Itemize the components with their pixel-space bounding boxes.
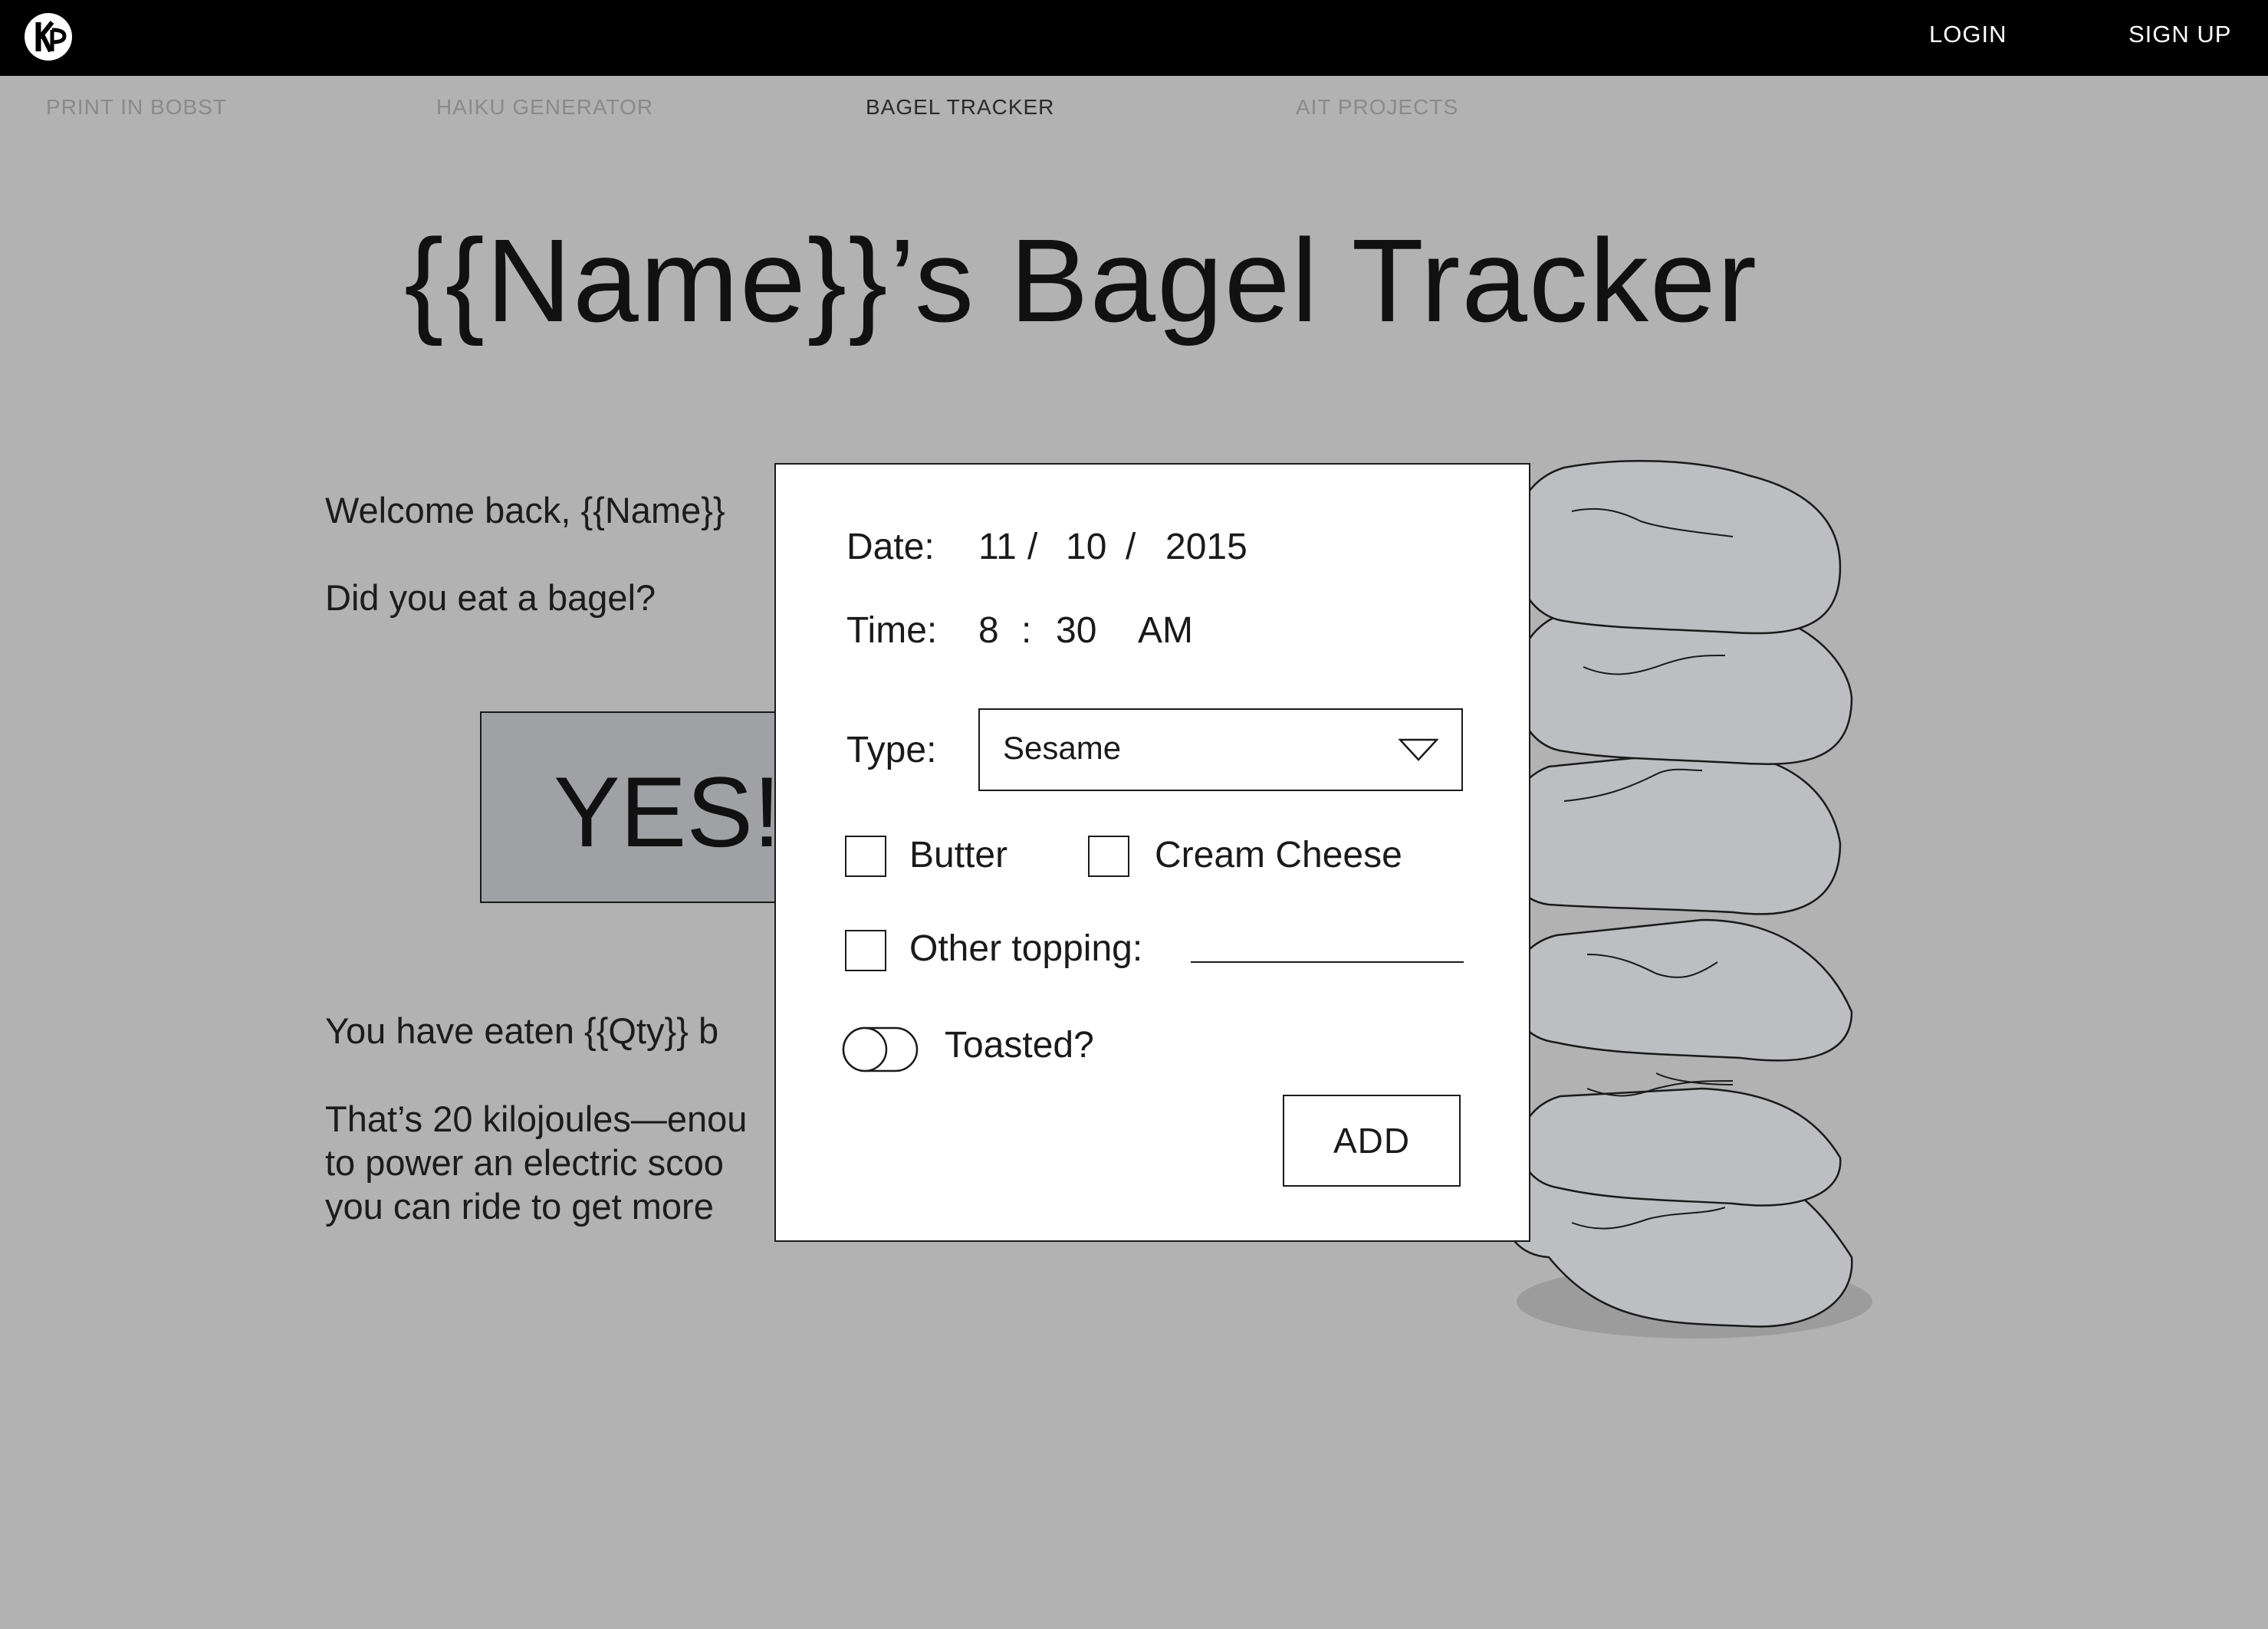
- date-month-field[interactable]: 11: [978, 526, 1017, 568]
- time-period-field[interactable]: AM: [1138, 609, 1193, 652]
- time-separator: :: [1021, 610, 1032, 651]
- logo-icon[interactable]: [23, 11, 74, 62]
- chevron-down-icon: [1399, 738, 1438, 761]
- time-hour-field[interactable]: 8: [978, 609, 999, 652]
- date-separator: /: [1126, 527, 1136, 567]
- bagel-type-value: Sesame: [1003, 730, 1122, 766]
- energy-text-line-3: you can ride to get more: [325, 1186, 714, 1227]
- time-minute-field[interactable]: 30: [1056, 609, 1096, 652]
- login-link[interactable]: LOGIN: [1929, 21, 2007, 48]
- toasted-toggle[interactable]: [842, 1026, 919, 1072]
- bagel-question: Did you eat a bagel?: [325, 577, 656, 618]
- time-label: Time:: [846, 610, 938, 651]
- nav-item-ait-projects[interactable]: AIT PROJECTS: [1296, 95, 1458, 120]
- cream-cheese-checkbox[interactable]: [1088, 836, 1129, 877]
- nav-item-haiku-generator[interactable]: HAIKU GENERATOR: [436, 95, 653, 120]
- add-bagel-modal: Date: 11 / 10 / 2015 Time: 8 : 30 AM Typ…: [774, 463, 1530, 1242]
- add-button[interactable]: ADD: [1283, 1095, 1461, 1187]
- bagel-stack-illustration: [1501, 460, 1872, 1338]
- cream-cheese-label: Cream Cheese: [1155, 835, 1402, 875]
- bagel-pile: [1501, 460, 1853, 1328]
- nav-item-bagel-tracker[interactable]: BAGEL TRACKER: [866, 95, 1054, 120]
- other-topping-input[interactable]: [1191, 961, 1464, 963]
- welcome-text: Welcome back, {{Name}}: [325, 490, 725, 530]
- type-label: Type:: [846, 730, 937, 770]
- date-label: Date:: [846, 527, 935, 567]
- yes-button-label: YES!: [554, 756, 781, 868]
- butter-checkbox[interactable]: [845, 836, 886, 877]
- bagel-count-text: You have eaten {{Qty}} b: [325, 1010, 719, 1051]
- date-separator: /: [1027, 527, 1038, 567]
- other-topping-label: Other topping:: [909, 928, 1143, 969]
- bagel-type-select[interactable]: Sesame: [978, 708, 1463, 791]
- date-year-field[interactable]: 2015: [1165, 526, 1247, 568]
- yes-button[interactable]: YES!: [480, 711, 802, 903]
- top-bar: LOGIN SIGN UP: [0, 0, 2268, 76]
- butter-label: Butter: [909, 835, 1008, 875]
- other-topping-checkbox[interactable]: [845, 930, 886, 971]
- date-day-field[interactable]: 10: [1066, 526, 1106, 568]
- page-title: {{Name}}’s Bagel Tracker: [404, 215, 1758, 346]
- energy-text-line-1: That’s 20 kilojoules—enou: [325, 1099, 748, 1139]
- signup-link[interactable]: SIGN UP: [2128, 21, 2231, 48]
- nav-item-print-in-bobst[interactable]: PRINT IN BOBST: [46, 95, 227, 120]
- toasted-label: Toasted?: [945, 1025, 1094, 1066]
- energy-text-line-2: to power an electric scoo: [325, 1142, 724, 1183]
